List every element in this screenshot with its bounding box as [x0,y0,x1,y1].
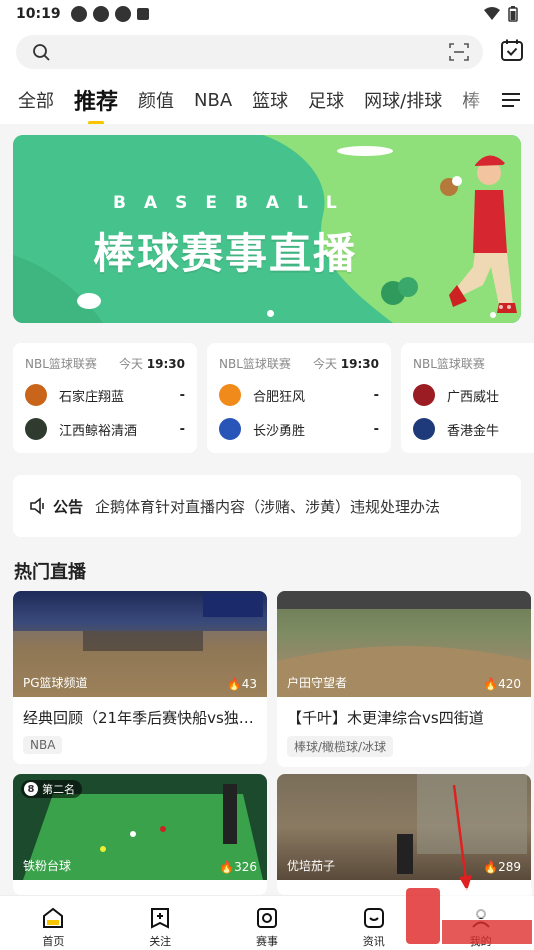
tab-all[interactable]: 全部 [18,87,54,113]
live-video-card[interactable]: PG篮球频道 🔥43 经典回顾（21年季后赛快船vs独… NBA [13,591,267,764]
news-icon [363,908,384,928]
schedule-check-icon[interactable] [500,38,524,62]
match-time: 今天 19:30 [312,357,379,371]
team-logo [219,384,241,406]
live-video-card[interactable]: 优培茄子 🔥289 [277,774,531,895]
announcement-label: 公告 [53,497,84,516]
team-logo [25,418,47,440]
away-team: 江西鲸裕清酒 - [25,417,185,441]
team-name: 香港金牛 [447,423,500,439]
live-video-card[interactable]: 户田守望者 🔥420 【千叶】木更津综合vs四街道 棒球/橄榄球/冰球 [277,591,531,767]
team-name: 合肥狂风 [253,389,306,405]
tab-looks[interactable]: 颜值 [138,87,174,113]
watermark-logo [406,888,532,944]
team-name: 石家庄翔蓝 [59,389,125,405]
heat-count: 🔥289 [483,860,521,874]
team-name: 长沙勇胜 [253,423,306,439]
notification-icons [70,6,149,22]
team-score: - [179,421,185,437]
match-card[interactable]: NBL篮球联赛 今天 19:30 石家庄翔蓝 - 江西鲸裕清酒 - [13,343,197,453]
home-team: 广西威壮 [413,383,534,407]
promo-banner[interactable]: BASEBALL 棒球赛事直播 [13,135,521,323]
team-score: - [179,387,185,403]
team-logo [413,384,435,406]
scan-icon[interactable] [449,43,469,61]
match-league: NBL篮球联赛 [25,357,97,371]
status-bar: 10:19 [0,0,534,28]
video-thumbnail: 优培茄子 🔥289 [277,774,531,880]
notification-icon [70,6,87,22]
match-league: NBL篮球联赛 [413,357,485,371]
home-icon [43,907,64,928]
nav-events[interactable]: 赛事 [214,896,321,950]
video-thumbnail: PG篮球频道 🔥43 [13,591,267,697]
notification-icon [114,6,131,22]
away-team: 香港金牛 [413,417,534,441]
heat-count: 🔥326 [219,860,257,874]
follow-icon [151,908,170,929]
home-team: 合肥狂风 - [219,383,379,407]
team-logo [219,418,241,440]
nav-home[interactable]: 首页 [0,896,107,950]
tab-tennis-volleyball[interactable]: 网球/排球 [364,87,442,113]
match-list: NBL篮球联赛 今天 19:30 石家庄翔蓝 - 江西鲸裕清酒 - NBL篮球联… [13,343,534,453]
team-score: - [373,421,379,437]
heat-count: 🔥420 [483,677,521,691]
team-score: - [373,387,379,403]
banner-subtitle: BASEBALL [113,193,355,213]
events-icon [256,908,277,928]
nav-label: 首页 [42,935,65,948]
away-team: 长沙勇胜 - [219,417,379,441]
nav-follow[interactable]: 关注 [107,896,214,950]
carousel-indicator [267,310,274,317]
wifi-icon [484,7,500,20]
match-card[interactable]: NBL篮球联赛 今天 19:30 合肥狂风 - 长沙勇胜 - [207,343,391,453]
search-icon [33,44,50,61]
match-card[interactable]: NBL篮球联赛 明天 广西威壮 香港金牛 [401,343,534,453]
rank-badge: 8 第二名 [21,780,82,798]
search-input[interactable] [16,35,483,69]
tab-football[interactable]: 足球 [308,87,344,113]
menu-icon[interactable] [502,92,520,108]
channel-name: 铁粉台球 [23,859,72,873]
match-league: NBL篮球联赛 [219,357,291,371]
tab-nba[interactable]: NBA [194,90,232,111]
nav-label: 赛事 [255,935,278,948]
battery-icon [508,6,518,22]
home-team: 石家庄翔蓝 - [25,383,185,407]
notification-icon [136,8,149,20]
video-thumbnail: 8 第二名 铁粉台球 🔥326 [13,774,267,880]
banner-title: 棒球赛事直播 [93,229,358,278]
team-name: 江西鲸裕清酒 [59,423,138,439]
nav-label: 关注 [149,935,172,948]
channel-name: 优培茄子 [287,859,336,873]
announcement-bar[interactable]: 公告 企鹅体育针对直播内容（涉赌、涉黄）违规处理办法 [13,475,521,537]
notification-icon [92,6,109,22]
match-time: 今天 19:30 [118,357,185,371]
team-name: 广西威壮 [447,389,500,405]
live-video-card[interactable]: 8 第二名 铁粉台球 🔥326 [13,774,267,895]
team-logo [413,418,435,440]
channel-name: PG篮球频道 [23,676,88,690]
top-bar [0,28,534,76]
video-title: 【千叶】木更津综合vs四街道 [287,709,484,727]
tab-recommend[interactable]: 推荐 [74,84,118,116]
video-tag: NBA [23,736,63,754]
nav-label: 资讯 [362,935,385,948]
status-time: 10:19 [16,6,61,22]
category-tabs: 全部 推荐 颜值 NBA 篮球 足球 网球/排球 棒 [0,76,534,124]
announcement-text: 企鹅体育针对直播内容（涉赌、涉黄）违规处理办法 [95,497,441,516]
team-logo [25,384,47,406]
heat-count: 🔥43 [226,677,257,691]
section-title: 热门直播 [14,562,86,583]
tabs-fade [458,76,498,124]
video-title: 经典回顾（21年季后赛快船vs独… [23,709,254,727]
video-tag: 棒球/橄榄球/冰球 [287,736,394,757]
video-thumbnail: 户田守望者 🔥420 [277,591,531,697]
speaker-icon [30,497,44,515]
annotation-arrow [452,784,472,891]
channel-name: 户田守望者 [287,676,348,690]
tab-basketball[interactable]: 篮球 [252,87,288,113]
